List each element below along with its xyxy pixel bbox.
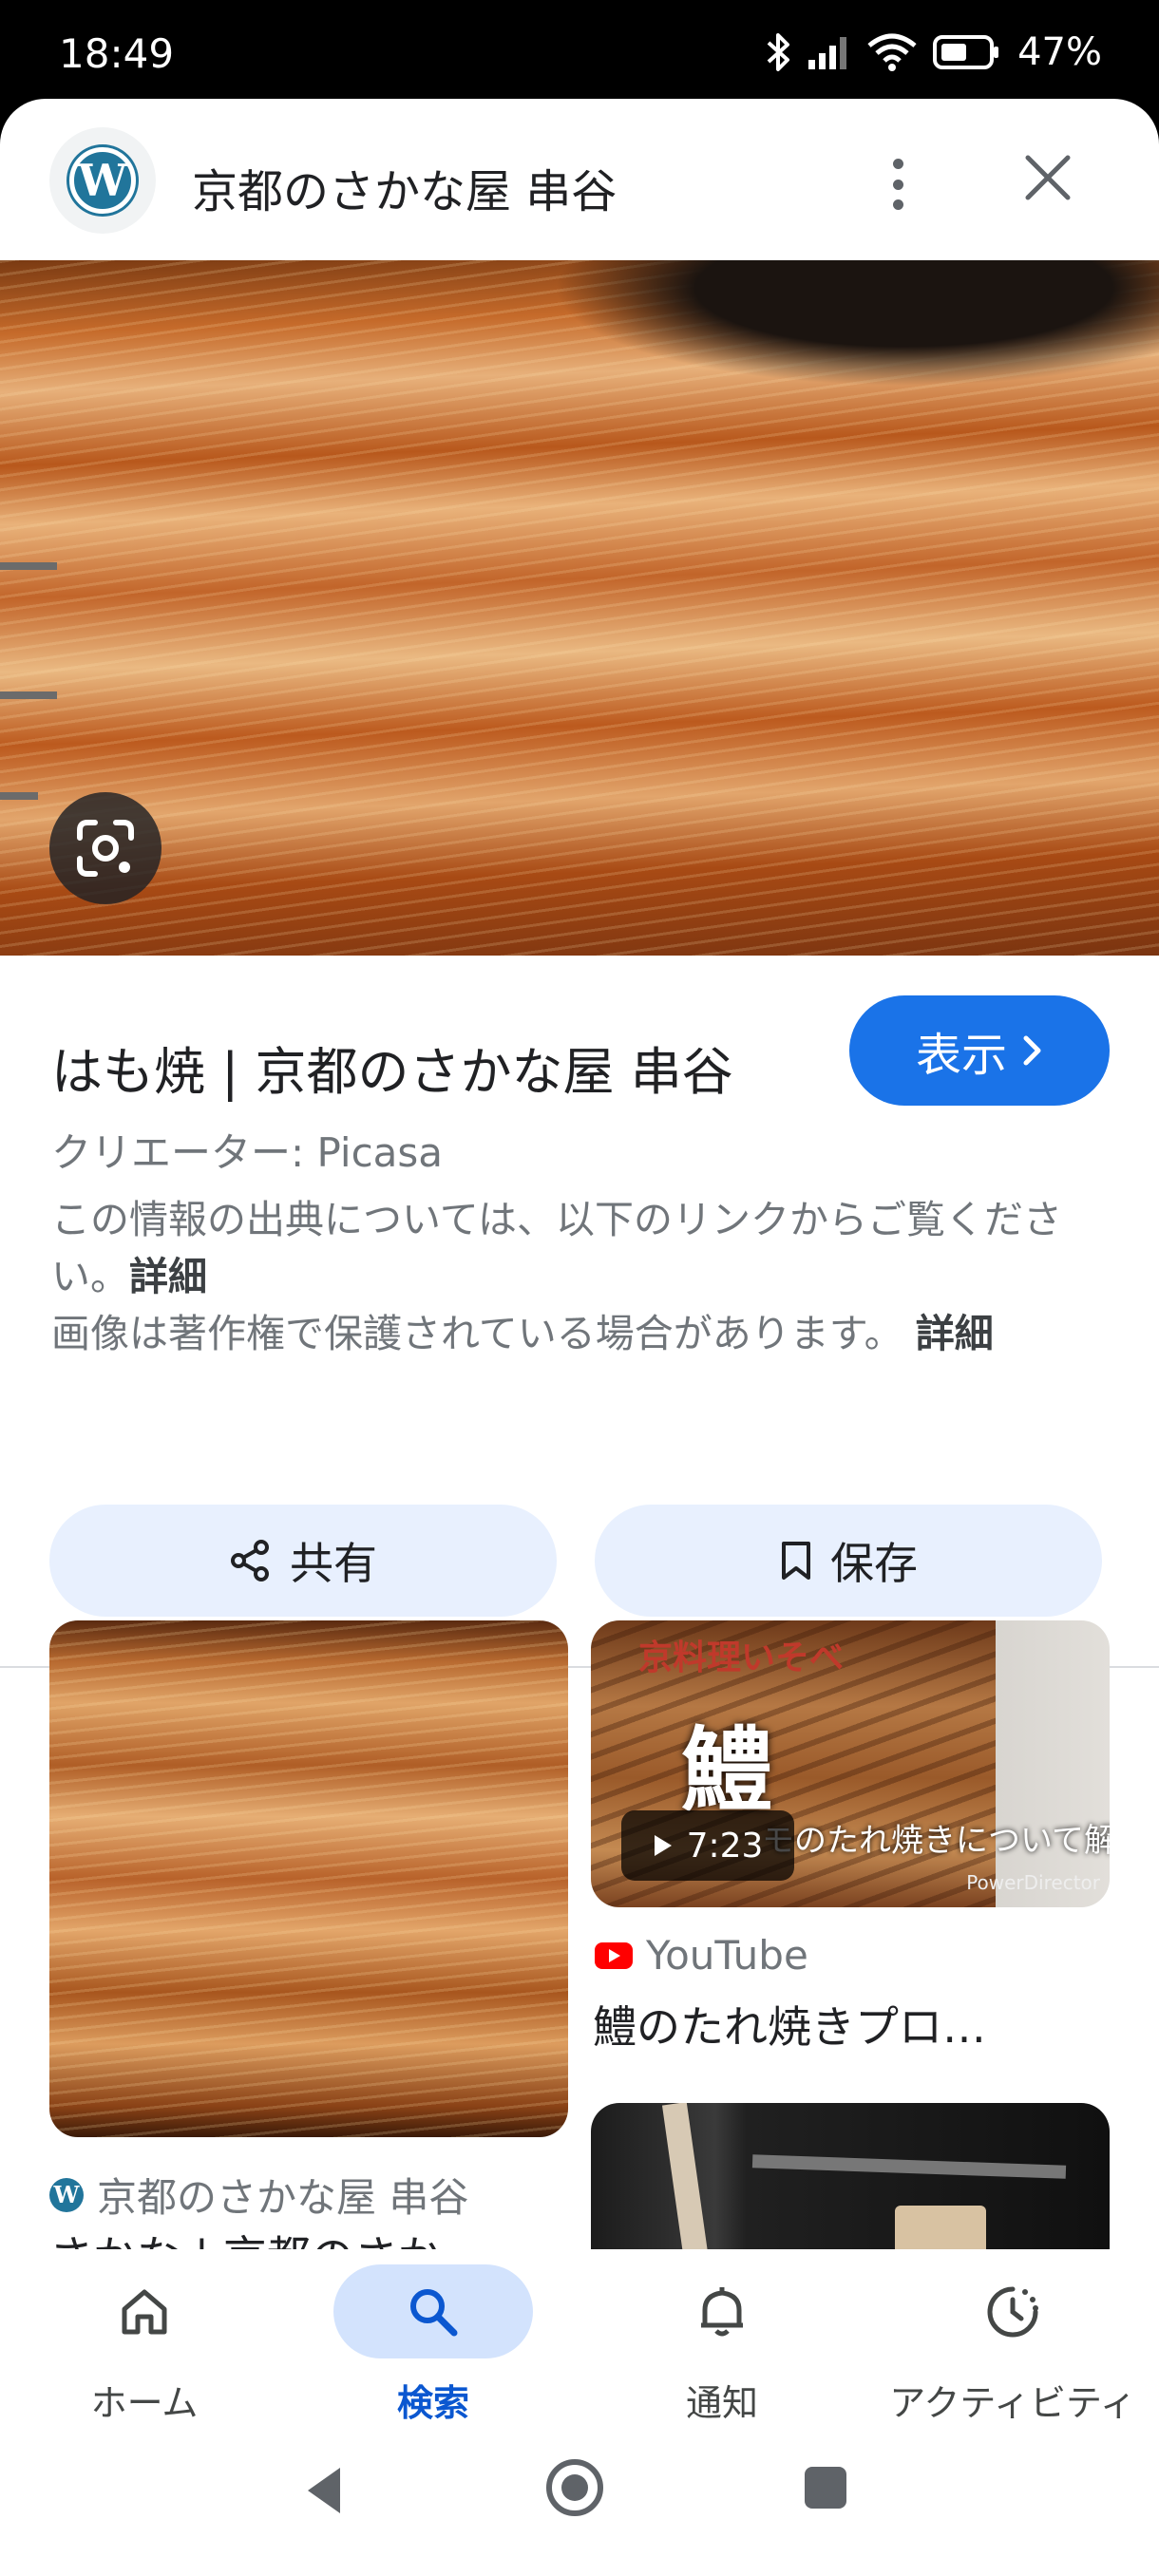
result-title[interactable]: はも焼 | 京都のさかな屋 串谷 xyxy=(51,1030,733,1105)
image-viewer-sheet: W 京都のさかな屋 串谷 はも焼 | 京都のさかな屋 串谷 表示 クリエーター:… xyxy=(0,99,1159,2576)
copyright-notice: 画像は著作権で保護されている場合があります。 xyxy=(51,1311,903,1356)
share-label: 共有 xyxy=(290,1538,377,1589)
battery-percent: 47% xyxy=(1017,30,1102,74)
nav-notifications-label: 通知 xyxy=(685,2382,758,2424)
save-label: 保存 xyxy=(830,1538,918,1589)
visit-button[interactable]: 表示 xyxy=(849,995,1110,1106)
nav-home[interactable]: ホーム xyxy=(2,2264,287,2426)
wordpress-icon: W xyxy=(69,147,136,214)
wordpress-icon: W xyxy=(49,2177,84,2212)
activity-icon xyxy=(987,2286,1038,2337)
site-title[interactable]: 京都のさかな屋 串谷 xyxy=(192,154,617,220)
back-icon[interactable] xyxy=(300,2462,348,2519)
nav-notifications[interactable]: 通知 xyxy=(580,2264,864,2426)
nav-home-label: ホーム xyxy=(90,2382,199,2424)
visit-label: 表示 xyxy=(915,1029,1007,1082)
bookmark-icon xyxy=(782,1542,810,1580)
status-icons: 47% xyxy=(765,28,1102,76)
nav-activity-label: アクティビティ xyxy=(889,2382,1136,2424)
nav-search-label: 検索 xyxy=(396,2382,469,2424)
related-source-1[interactable]: W 京都のさかな屋 串谷 xyxy=(49,2166,468,2224)
bluetooth-icon xyxy=(767,33,790,71)
thumbnail-watermark: PowerDirector xyxy=(966,1871,1100,1894)
system-navigation xyxy=(0,2435,1159,2576)
related-title-2[interactable]: 鱧のたれ焼きプロ… xyxy=(593,1993,986,2055)
viewer-header: W 京都のさかな屋 串谷 xyxy=(0,99,1159,260)
home-icon xyxy=(122,2289,167,2334)
copyright-details-link[interactable]: 詳細 xyxy=(916,1311,994,1356)
site-logo[interactable]: W xyxy=(49,127,156,234)
save-button[interactable]: 保存 xyxy=(595,1505,1102,1617)
thumbnail-kanji: 鱧 xyxy=(681,1716,772,1824)
thumbnail-caption: 京料理いそべ xyxy=(638,1638,845,1677)
details-link[interactable]: 詳細 xyxy=(129,1254,207,1299)
play-icon xyxy=(654,1835,672,1856)
related-source-2[interactable]: YouTube xyxy=(595,1932,808,1979)
google-lens-button[interactable] xyxy=(49,792,162,904)
chevron-right-icon xyxy=(1023,1035,1041,1066)
youtube-icon xyxy=(595,1941,633,1969)
related-video-thumbnail[interactable]: 京料理いそべ 鱧 モのたれ焼きについて解説 PowerDirector 7:23 xyxy=(591,1620,1110,1907)
status-bar: 18:49 47% xyxy=(0,0,1159,104)
creator-credit: クリエーター: Picasa xyxy=(51,1129,444,1176)
thumbnail-subtitle: モのたれ焼きについて解説 xyxy=(762,1822,1110,1860)
more-vert-icon xyxy=(892,159,903,169)
hero-image[interactable] xyxy=(0,260,1159,956)
lens-icon xyxy=(77,820,134,877)
search-icon xyxy=(410,2288,458,2336)
nav-search[interactable]: 検索 xyxy=(291,2264,576,2426)
skewer xyxy=(0,562,57,570)
source-notice: この情報の出典については、以下のリンクからご覧ください。詳細 画像は著作権で保護… xyxy=(51,1197,1062,1356)
share-icon xyxy=(231,1540,269,1582)
more-options-button[interactable] xyxy=(869,151,926,218)
home-circle-icon[interactable] xyxy=(543,2456,606,2519)
nav-activity[interactable]: アクティビティ xyxy=(870,2264,1155,2426)
recents-icon[interactable] xyxy=(802,2464,849,2511)
signal-icon xyxy=(808,37,847,69)
related-image-1[interactable] xyxy=(49,1620,568,2137)
battery-icon xyxy=(933,35,999,69)
wifi-icon xyxy=(867,33,917,71)
status-time: 18:49 xyxy=(59,30,175,77)
video-duration-badge: 7:23 xyxy=(621,1810,794,1881)
close-icon[interactable] xyxy=(1016,146,1079,209)
bell-icon xyxy=(701,2286,743,2336)
share-button[interactable]: 共有 xyxy=(49,1505,557,1617)
